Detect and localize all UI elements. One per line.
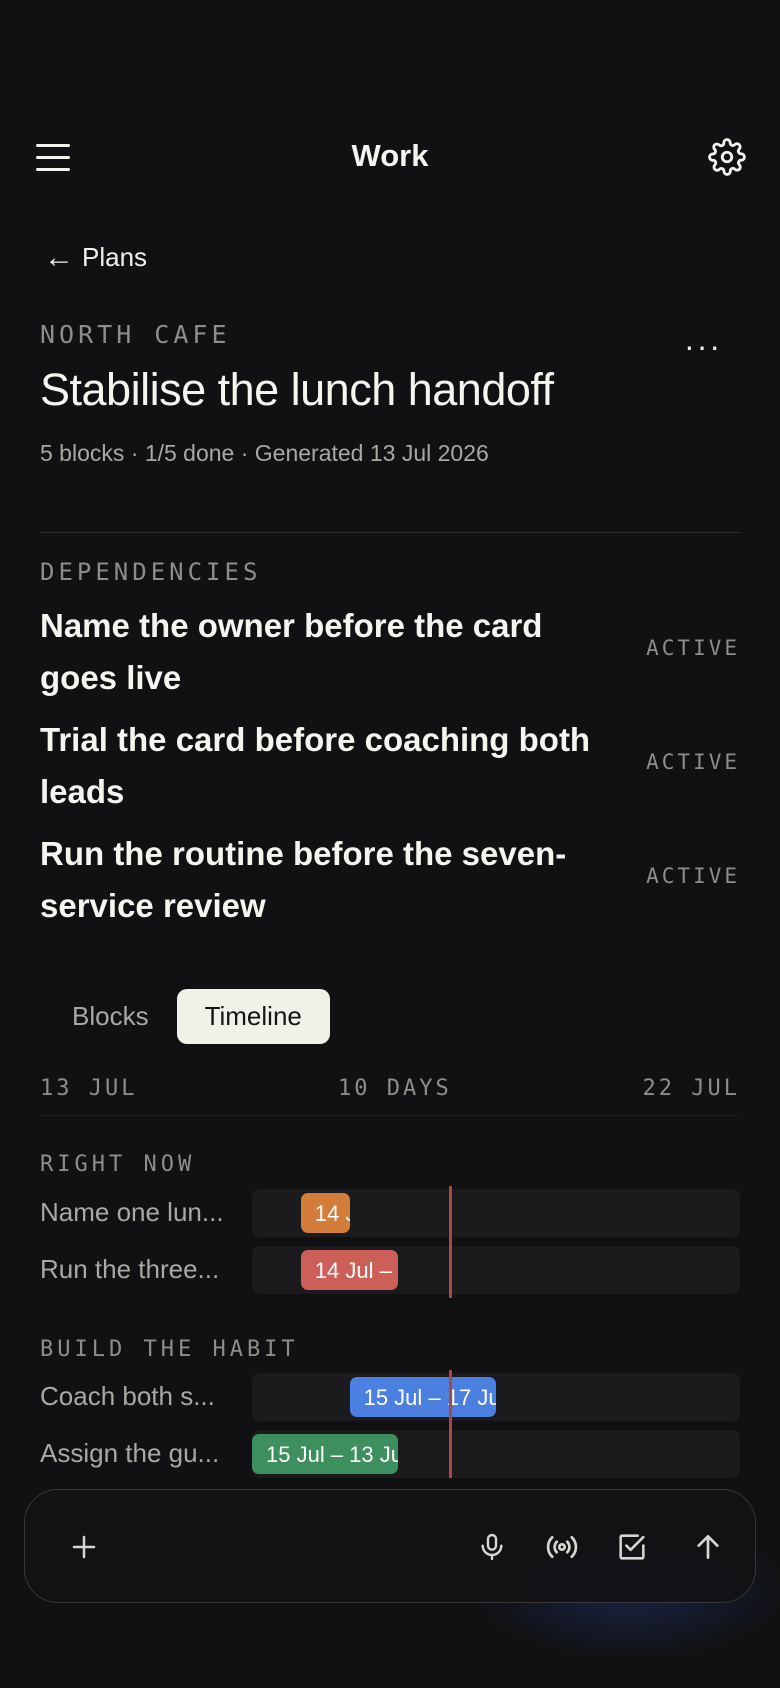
timeline-bar[interactable]: 15 Jul – 13 Jul: [252, 1434, 399, 1474]
section-divider: [40, 532, 740, 533]
timeline-bar[interactable]: 15 Jul – 17 Jul: [349, 1377, 496, 1417]
dependency-item[interactable]: Trial the card before coaching both lead…: [40, 714, 740, 818]
back-arrow-icon: ←: [44, 240, 74, 274]
dependencies-heading: DEPENDENCIES: [40, 558, 262, 586]
microphone-icon[interactable]: [465, 1520, 519, 1574]
checkbox-icon[interactable]: [605, 1520, 659, 1574]
tab-blocks[interactable]: Blocks: [44, 989, 177, 1044]
composer-bar: [24, 1489, 756, 1603]
dependency-status: ACTIVE: [646, 750, 740, 774]
timeline-row[interactable]: Run the three... 14 Jul – 16 Jul: [40, 1246, 740, 1294]
broadcast-icon[interactable]: [535, 1520, 589, 1574]
timeline-row-name: Coach both s...: [40, 1381, 215, 1411]
top-bar: Work: [0, 118, 780, 198]
timeline-track: 15 Jul – 13 Jul: [252, 1430, 740, 1478]
gear-icon[interactable]: [708, 138, 746, 176]
back-to-plans-link[interactable]: ← Plans: [44, 242, 147, 273]
timeline-span-label: 10 DAYS: [338, 1076, 452, 1101]
timeline-section-label: RIGHT NOW: [40, 1152, 196, 1177]
back-link-label: Plans: [82, 242, 148, 272]
timeline-bar[interactable]: 14 Jul – 14 Jul: [300, 1193, 350, 1233]
timeline-row-name: Name one lun...: [40, 1197, 224, 1227]
timeline-row[interactable]: Assign the gu... 15 Jul – 13 Jul: [40, 1430, 740, 1478]
plan-location: NORTH CAFE: [40, 320, 231, 349]
timeline-start-label: 13 JUL: [40, 1076, 138, 1101]
dependency-text: Name the owner before the card goes live: [40, 607, 543, 696]
timeline-end-label: 22 JUL: [642, 1076, 740, 1101]
dependency-status: ACTIVE: [646, 864, 740, 888]
today-marker: [448, 1370, 452, 1478]
timeline-row[interactable]: Name one lun... 14 Jul – 14 Jul: [40, 1189, 740, 1237]
timeline-section-label: BUILD THE HABIT: [40, 1337, 299, 1362]
plan-title: Stabilise the lunch handoff: [40, 364, 554, 415]
timeline-track: 14 Jul – 16 Jul: [252, 1246, 740, 1294]
send-arrow-icon[interactable]: [681, 1520, 735, 1574]
view-tabs: Blocks Timeline: [44, 986, 330, 1046]
app-screen: Work ← Plans NORTH CAFE ··· Stabilise th…: [0, 0, 780, 1688]
more-options-button[interactable]: ···: [684, 330, 722, 362]
dependency-text: Run the routine before the seven-service…: [40, 835, 567, 924]
timeline-row[interactable]: Coach both s... 15 Jul – 17 Jul: [40, 1373, 740, 1421]
dependency-text: Trial the card before coaching both lead…: [40, 721, 591, 810]
dependency-item[interactable]: Name the owner before the card goes live…: [40, 600, 740, 704]
timeline-bar[interactable]: 14 Jul – 16 Jul: [300, 1250, 399, 1290]
timeline-track: 15 Jul – 17 Jul: [252, 1373, 740, 1421]
plus-icon[interactable]: [57, 1520, 111, 1574]
today-marker: [448, 1186, 452, 1298]
timeline-divider: [40, 1115, 740, 1116]
dependency-item[interactable]: Run the routine before the seven-service…: [40, 828, 740, 932]
tab-timeline[interactable]: Timeline: [176, 988, 330, 1044]
timeline-track: 14 Jul – 14 Jul: [252, 1189, 740, 1237]
plan-meta: 5 blocks · 1/5 done · Generated 13 Jul 2…: [40, 440, 489, 466]
workspace-title: Work: [351, 138, 429, 173]
dependency-status: ACTIVE: [646, 636, 740, 660]
timeline-row-name: Assign the gu...: [40, 1438, 220, 1468]
timeline-row-name: Run the three...: [40, 1254, 220, 1284]
